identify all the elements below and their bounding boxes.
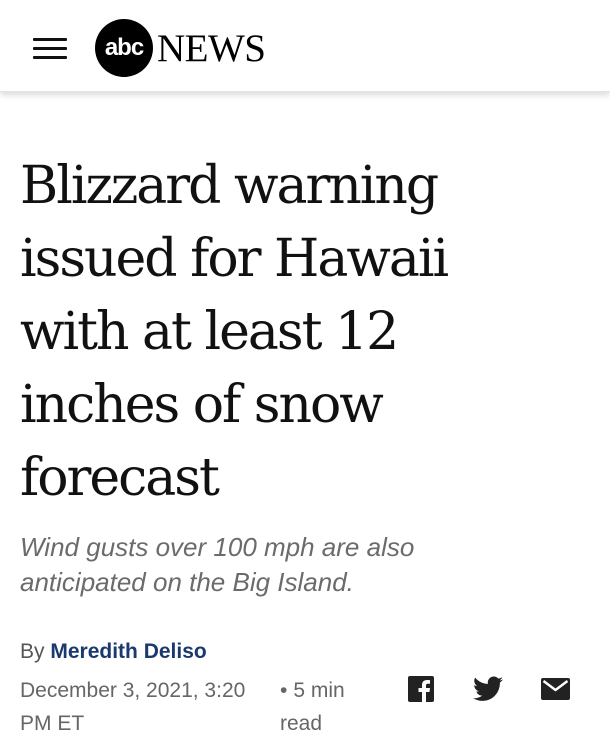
headline-line: forecast: [20, 448, 220, 508]
menu-icon-bar: [33, 38, 67, 41]
abc-news-logo[interactable]: abc NEWS: [95, 19, 266, 77]
abc-logo-circle: abc: [95, 19, 153, 77]
headline-line: inches of snow: [20, 375, 384, 435]
menu-icon-bar: [33, 56, 67, 59]
mail-icon[interactable]: [541, 678, 570, 700]
byline-prefix: By: [20, 640, 45, 663]
menu-icon-bar: [33, 47, 67, 50]
logo-abc-text: abc: [104, 34, 144, 61]
subhead-line: Wind gusts over 100 mph are also: [20, 532, 415, 562]
headline-line: with at least 12: [20, 302, 399, 362]
twitter-icon[interactable]: [473, 676, 503, 702]
read-time: • 5 min read: [280, 674, 380, 740]
article-headline: Blizzard warning issued for Hawaii with …: [20, 150, 590, 515]
byline: By Meredith Deliso: [20, 640, 207, 664]
site-header: abc NEWS: [0, 0, 610, 92]
separator-dot: •: [280, 679, 288, 702]
publish-date: December 3, 2021, 3:20 PM ET: [20, 674, 300, 740]
date-line: PM ET: [20, 712, 85, 735]
read-time-value: 5 min: [293, 679, 345, 702]
headline-line: issued for Hawaii: [20, 229, 449, 289]
subhead-line: anticipated on the Big Island.: [20, 567, 354, 597]
logo-news-text: NEWS: [157, 26, 266, 70]
article-subheadline: Wind gusts over 100 mph are also anticip…: [20, 530, 590, 600]
facebook-icon[interactable]: [408, 676, 434, 702]
hamburger-menu-button[interactable]: [33, 36, 67, 62]
author-link[interactable]: Meredith Deliso: [50, 640, 206, 663]
date-line: December 3, 2021, 3:20: [20, 679, 246, 702]
read-time-unit: read: [280, 712, 323, 735]
headline-line: Blizzard warning: [20, 156, 439, 216]
